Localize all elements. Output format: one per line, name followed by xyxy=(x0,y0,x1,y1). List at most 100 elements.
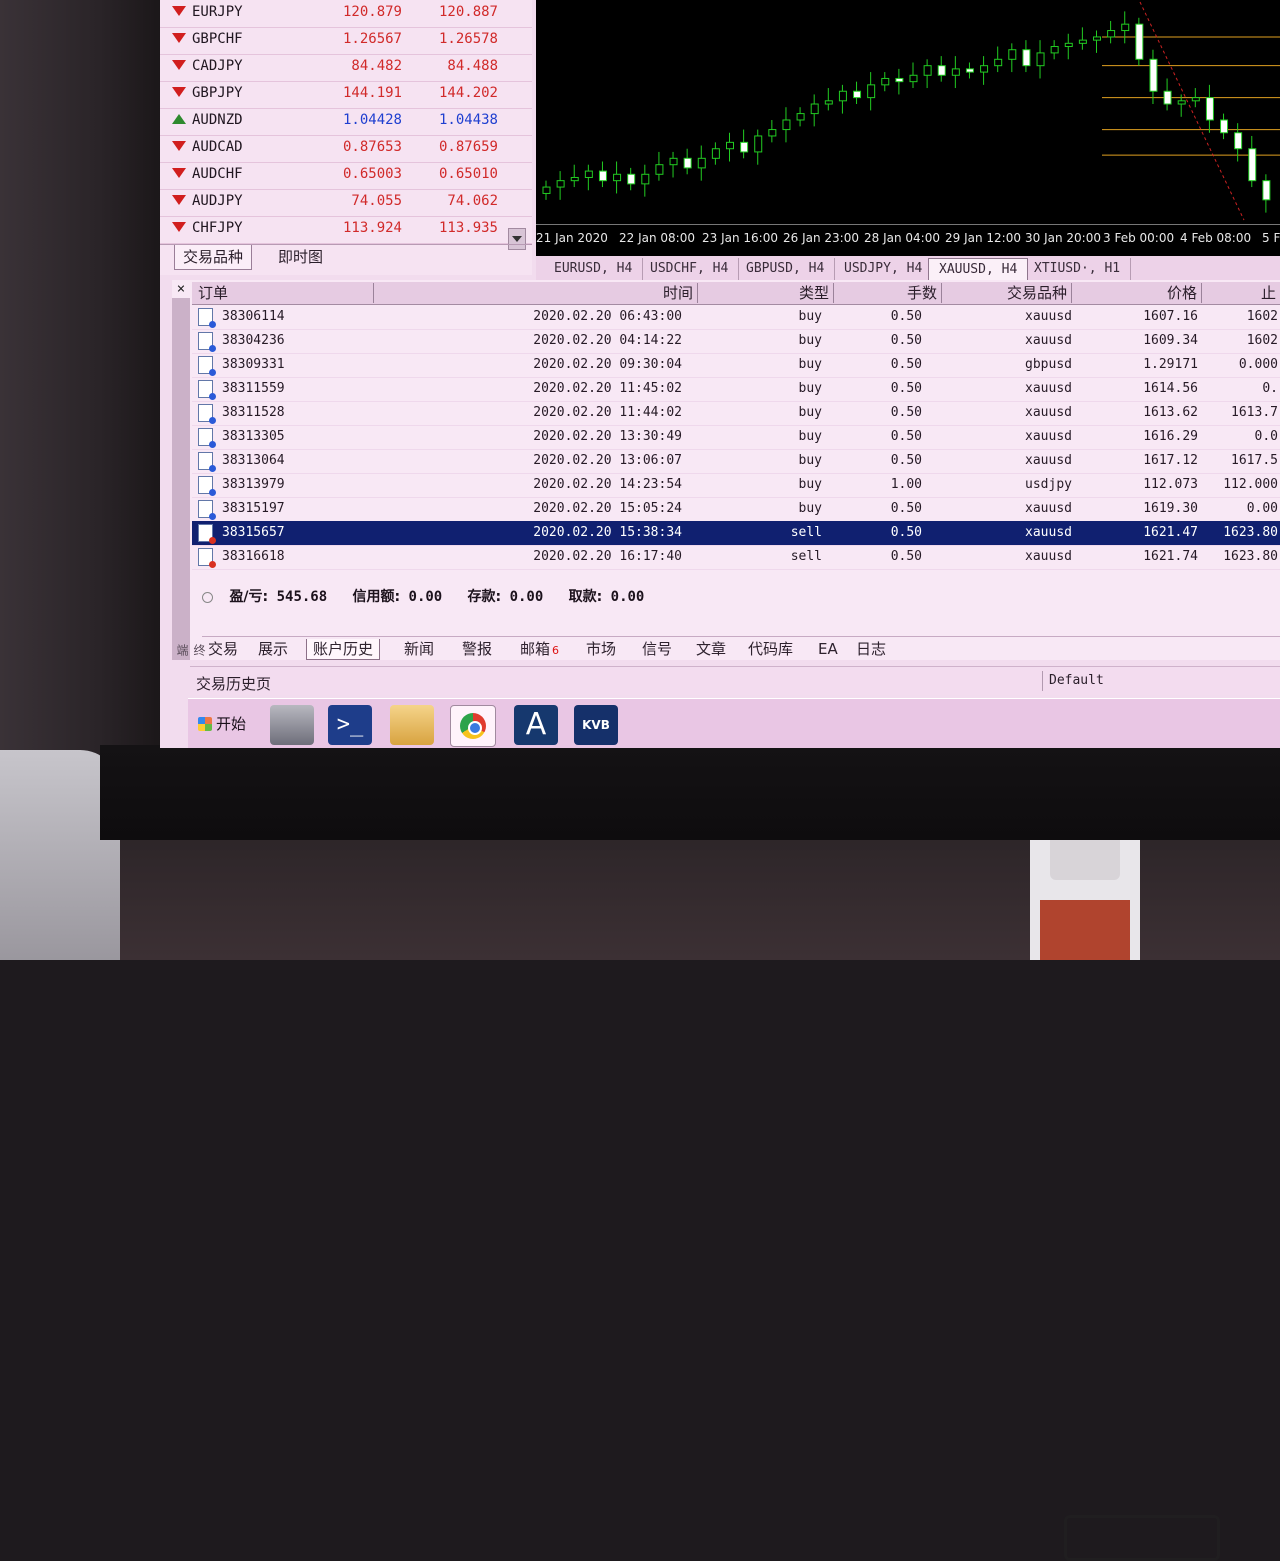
order-price: 1613.62 xyxy=(1143,405,1198,420)
tab-tick-chart[interactable]: 即时图 xyxy=(270,245,331,269)
order-symbol: xauusd xyxy=(1025,333,1072,348)
chart-tab[interactable]: XAUUSD, H4 xyxy=(928,258,1029,281)
market-watch-row[interactable]: CHFJPY 113.924 113.935 xyxy=(160,216,532,244)
price-chart[interactable]: 21 Jan 2020 22 Jan 08:00 23 Jan 16:00 26 Ja… xyxy=(536,0,1280,256)
table-row[interactable]: 38309331 2020.02.20 09:30:04 buy 0.50 gbpusd… xyxy=(192,353,1280,378)
profile-name[interactable]: Default xyxy=(1042,671,1280,691)
bid-price: 1.04428 xyxy=(342,112,402,128)
symbol-name: AUDJPY xyxy=(192,193,243,209)
col-time[interactable]: 时间 xyxy=(374,283,698,303)
order-price: 1607.16 xyxy=(1143,309,1198,324)
candle-body xyxy=(796,113,805,121)
folder-icon[interactable] xyxy=(390,705,434,745)
ask-price: 84.488 xyxy=(447,58,498,74)
candle-body xyxy=(669,157,678,166)
app-a-icon[interactable]: A xyxy=(514,705,558,745)
terminal-tab[interactable]: 警报 xyxy=(456,639,498,659)
chart-tab[interactable]: USDCHF, H4 xyxy=(640,258,740,280)
table-row[interactable]: 38315657 2020.02.20 15:38:34 sell 0.50 xauus… xyxy=(192,521,1280,546)
time-tick-label: 5 Fe xyxy=(1262,231,1280,245)
order-price2: 1623.80 xyxy=(1223,549,1278,564)
terminal-tab[interactable]: 代码库 xyxy=(742,639,799,659)
market-watch-row[interactable]: EURJPY 120.879 120.887 xyxy=(160,0,532,28)
symbol-name: AUDNZD xyxy=(192,112,243,128)
terminal-tab[interactable]: 邮箱 6 xyxy=(514,639,565,659)
table-row[interactable]: 38313064 2020.02.20 13:06:07 buy 0.50 xauusd… xyxy=(192,449,1280,474)
order-type: buy xyxy=(798,405,822,420)
col-order[interactable]: 订单 xyxy=(192,283,374,303)
order-time: 2020.02.20 15:05:24 xyxy=(533,501,682,516)
market-watch-row[interactable]: GBPCHF 1.26567 1.26578 xyxy=(160,27,532,55)
terminal-tab[interactable]: 展示 xyxy=(252,639,294,659)
symbol-name: AUDCHF xyxy=(192,166,243,182)
kvb-icon[interactable]: KVB xyxy=(574,705,618,745)
order-type: buy xyxy=(798,381,822,396)
market-watch-row[interactable]: AUDNZD 1.04428 1.04438 xyxy=(160,108,532,136)
summary-icon xyxy=(202,591,213,603)
candle-body xyxy=(980,65,989,73)
col-price[interactable]: 价格 xyxy=(1072,283,1202,303)
order-price2: 1623.80 xyxy=(1223,525,1278,540)
chart-tabs-bar: EURUSD, H4 USDCHF, H4 GBPUSD, H4 USDJPY, H4… xyxy=(536,256,1280,282)
order-symbol: xauusd xyxy=(1025,381,1072,396)
time-tick-label: 4 Feb 08:00 xyxy=(1180,231,1252,245)
terminal-tab[interactable]: EA xyxy=(812,639,844,659)
table-row[interactable]: 38316618 2020.02.20 16:17:40 sell 0.50 xauus… xyxy=(192,545,1280,570)
market-watch-row[interactable]: AUDCAD 0.87653 0.87659 xyxy=(160,135,532,163)
start-button[interactable]: 开始 xyxy=(192,711,252,737)
candle-body xyxy=(542,186,551,194)
bid-price: 84.482 xyxy=(351,58,402,74)
terminal-tab[interactable]: 文章 xyxy=(690,639,732,659)
candle-body xyxy=(1248,148,1257,182)
order-id: 38316618 xyxy=(222,549,285,564)
pl-label: 盈/亏: xyxy=(229,589,269,605)
powershell-icon[interactable]: >_ xyxy=(328,705,372,745)
tab-label: 市场 xyxy=(586,640,617,658)
time-tick-label: 28 Jan 04:00 xyxy=(864,231,940,245)
order-time: 2020.02.20 13:06:07 xyxy=(533,453,682,468)
order-lots: 0.50 xyxy=(890,501,922,516)
table-row[interactable]: 38315197 2020.02.20 15:05:24 buy 0.50 xauusd… xyxy=(192,497,1280,522)
table-row[interactable]: 38306114 2020.02.20 06:43:00 buy 0.50 xauusd… xyxy=(192,305,1280,330)
table-row[interactable]: 38313979 2020.02.20 14:23:54 buy 1.00 usdjpy… xyxy=(192,473,1280,498)
order-ticket-icon xyxy=(198,524,216,544)
order-price2: 0.000 xyxy=(1238,357,1278,372)
symbol-name: GBPCHF xyxy=(192,31,243,47)
table-row[interactable]: 38313305 2020.02.20 13:30:49 buy 0.50 xauusd… xyxy=(192,425,1280,450)
col-price2[interactable]: 止 xyxy=(1202,283,1280,303)
computer-icon[interactable] xyxy=(270,705,314,745)
table-row[interactable]: 38311528 2020.02.20 11:44:02 buy 0.50 xauusd… xyxy=(192,401,1280,426)
terminal-tab[interactable]: 交易 xyxy=(202,639,244,659)
table-row[interactable]: 38311559 2020.02.20 11:45:02 buy 0.50 xauusd… xyxy=(192,377,1280,402)
market-watch-row[interactable]: AUDJPY 74.055 74.062 xyxy=(160,189,532,217)
candle-body xyxy=(1191,97,1200,102)
market-watch-row[interactable]: GBPJPY 144.191 144.202 xyxy=(160,81,532,109)
tab-label: 邮箱 xyxy=(520,640,551,658)
tab-symbols[interactable]: 交易品种 xyxy=(174,245,253,270)
chrome-icon[interactable] xyxy=(450,705,496,747)
market-watch-row[interactable]: AUDCHF 0.65003 0.65010 xyxy=(160,162,532,190)
col-symbol[interactable]: 交易品种 xyxy=(942,283,1072,303)
tab-label: 信号 xyxy=(642,640,673,658)
market-watch-row[interactable]: CADJPY 84.482 84.488 xyxy=(160,54,532,82)
terminal-tab[interactable]: 账户历史 xyxy=(306,639,381,660)
candle-body xyxy=(627,173,636,185)
chart-tab[interactable]: EURUSD, H4 xyxy=(544,258,644,280)
terminal-tab[interactable]: 新闻 xyxy=(398,639,440,659)
candle-body xyxy=(1177,100,1186,105)
candle-body xyxy=(711,148,720,159)
table-row[interactable]: 38304236 2020.02.20 04:14:22 buy 0.50 xauusd… xyxy=(192,329,1280,354)
col-lots[interactable]: 手数 xyxy=(834,283,942,303)
chart-tab[interactable]: GBPUSD, H4 xyxy=(736,258,836,280)
terminal-tab[interactable]: 信号 xyxy=(636,639,678,659)
chart-tab[interactable]: USDJPY, H4 xyxy=(834,258,934,280)
col-type[interactable]: 类型 xyxy=(698,283,834,303)
order-time: 2020.02.20 09:30:04 xyxy=(533,357,682,372)
order-id: 38313064 xyxy=(222,453,285,468)
bid-price: 1.26567 xyxy=(342,31,402,47)
bottle-object xyxy=(1030,820,1140,960)
terminal-tab[interactable]: 日志 xyxy=(850,639,892,659)
terminal-tab[interactable]: 市场 xyxy=(580,639,622,659)
chart-tab[interactable]: XTIUSD·, H1 xyxy=(1024,258,1132,280)
close-icon[interactable]: × xyxy=(172,280,190,298)
